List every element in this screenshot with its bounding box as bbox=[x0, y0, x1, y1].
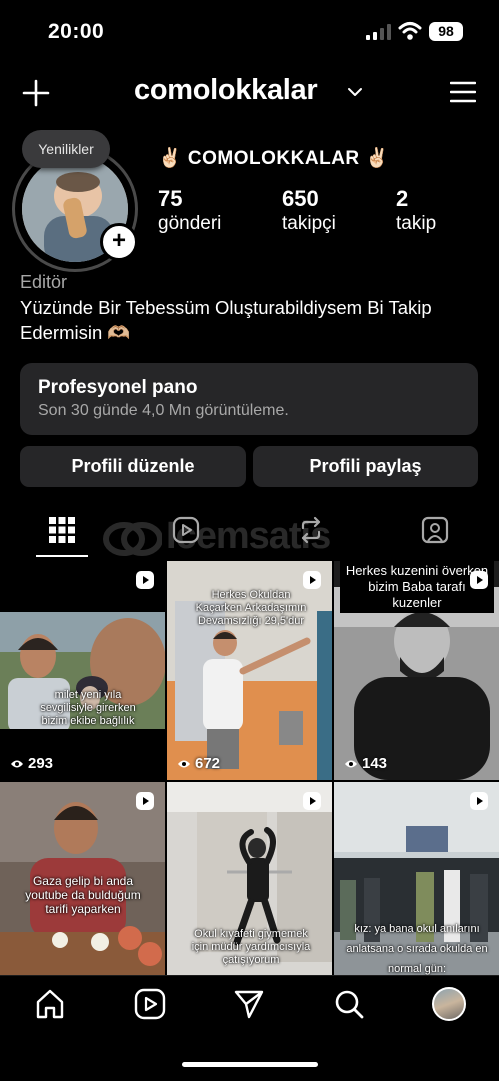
post-caption: milet yeni yıla sevgilisiyle girerken bi… bbox=[40, 689, 136, 727]
view-count-text: 293 bbox=[28, 755, 54, 772]
post-caption: Gaza gelip bi anda youtube da bulduğum t… bbox=[25, 874, 141, 916]
post-tile[interactable]: milet yeni yıla sevgilisiyle girerken bi… bbox=[0, 561, 165, 780]
send-icon[interactable] bbox=[233, 988, 265, 1020]
followers-label[interactable]: takipçi bbox=[282, 213, 336, 235]
eye-icon bbox=[345, 760, 357, 767]
view-count: 293 bbox=[10, 755, 53, 772]
dashboard-subtitle: Son 30 günde 4,0 Mn görüntüleme. bbox=[38, 402, 289, 419]
post-tile[interactable]: Herkes kuzenini överken bizim Baba taraf… bbox=[334, 561, 499, 780]
profile-category: Editör bbox=[20, 272, 68, 292]
posts-count[interactable]: 75 bbox=[158, 186, 182, 212]
view-count: 143 bbox=[344, 755, 387, 772]
wifi-icon bbox=[398, 22, 422, 40]
active-tab-indicator bbox=[36, 555, 88, 557]
view-count-text: 672 bbox=[195, 755, 221, 772]
reels-tab-icon[interactable] bbox=[172, 516, 200, 544]
battery-indicator: 98 bbox=[429, 22, 463, 41]
reel-icon bbox=[303, 792, 321, 810]
status-time: 20:00 bbox=[48, 20, 105, 43]
following-label[interactable]: takip bbox=[396, 213, 436, 235]
followers-count[interactable]: 650 bbox=[282, 186, 319, 212]
view-count-text: 143 bbox=[362, 755, 388, 772]
post-caption: Herkes Okuldan Kaçarken Arkadaşımın Deva… bbox=[195, 589, 307, 627]
add-story-button[interactable]: + bbox=[100, 223, 138, 261]
username-title[interactable]: comolokkalar bbox=[134, 74, 318, 107]
reel-icon bbox=[136, 571, 154, 589]
menu-icon[interactable] bbox=[450, 80, 476, 104]
search-icon[interactable] bbox=[333, 988, 365, 1020]
news-badge[interactable]: Yenilikler bbox=[22, 130, 110, 168]
post-tile[interactable]: Okul kıyafeti giymemek için müdür yardım… bbox=[167, 782, 332, 975]
display-name: ✌🏻 COMOLOKKALAR ✌🏻 bbox=[158, 148, 390, 169]
edit-profile-button[interactable]: Profili düzenle bbox=[20, 446, 246, 487]
tagged-tab-icon[interactable] bbox=[421, 516, 449, 544]
following-count[interactable]: 2 bbox=[396, 186, 408, 212]
home-icon[interactable] bbox=[34, 988, 66, 1020]
reel-icon bbox=[470, 571, 488, 589]
share-profile-button[interactable]: Profili paylaş bbox=[253, 446, 478, 487]
profile-bio: Yüzünde Bir Tebessüm Oluşturabildiysem B… bbox=[20, 297, 432, 343]
eye-icon bbox=[178, 760, 190, 767]
dashboard-title: Profesyonel pano bbox=[38, 377, 198, 398]
post-tile[interactable]: kız: ya bana okul anılarını anlatsana o … bbox=[334, 782, 499, 975]
post-tile[interactable]: Herkes Okuldan Kaçarken Arkadaşımın Deva… bbox=[167, 561, 332, 780]
reel-icon bbox=[470, 792, 488, 810]
reel-icon bbox=[303, 571, 321, 589]
posts-label[interactable]: gönderi bbox=[158, 213, 221, 235]
professional-dashboard[interactable] bbox=[20, 363, 478, 435]
plus-icon[interactable] bbox=[20, 77, 52, 109]
profile-avatar[interactable] bbox=[432, 987, 466, 1021]
watermark: Icemsatis bbox=[102, 513, 392, 563]
view-count: 672 bbox=[177, 755, 220, 772]
reels-icon[interactable] bbox=[134, 988, 166, 1020]
reel-icon bbox=[136, 792, 154, 810]
post-caption: kız: ya bana okul anılarını anlatsana o … bbox=[346, 923, 488, 975]
grid-icon[interactable] bbox=[48, 516, 76, 544]
home-indicator bbox=[182, 1062, 318, 1067]
eye-icon bbox=[11, 760, 23, 767]
post-tile[interactable]: Gaza gelip bi anda youtube da bulduğum t… bbox=[0, 782, 165, 975]
signal-icon bbox=[366, 24, 391, 40]
post-caption: Okul kıyafeti giymemek için müdür yardım… bbox=[191, 928, 311, 966]
chevron-down-icon[interactable] bbox=[347, 86, 363, 98]
reposts-tab-icon[interactable] bbox=[297, 516, 325, 544]
